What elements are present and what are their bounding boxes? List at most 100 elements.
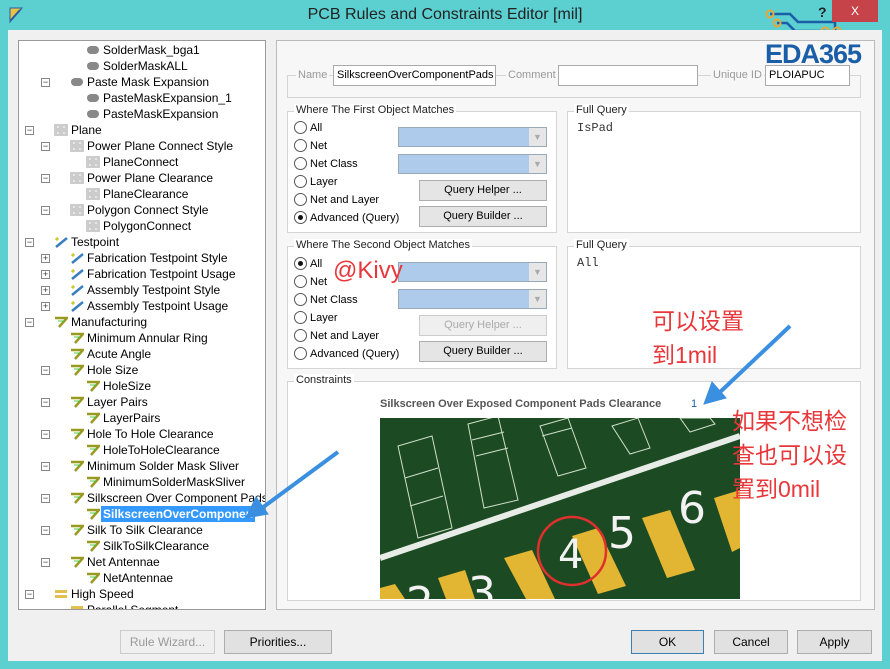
first-radio-net-class[interactable]: Net Class xyxy=(294,157,358,171)
collapse-icon[interactable]: − xyxy=(25,126,34,135)
second-netclass-dropdown[interactable]: ▼ xyxy=(398,289,547,309)
tree-item[interactable]: PlaneClearance xyxy=(19,186,249,202)
collapse-icon[interactable]: − xyxy=(41,142,50,151)
first-radio-advanced-query[interactable]: Advanced (Query) xyxy=(294,211,399,225)
collapse-icon[interactable]: − xyxy=(41,366,50,375)
first-radio-net-and-layer[interactable]: Net and Layer xyxy=(294,193,379,207)
tree-item[interactable]: − Layer Pairs xyxy=(19,394,249,410)
cancel-button[interactable]: Cancel xyxy=(714,630,788,654)
rule-wizard-button[interactable]: Rule Wizard... xyxy=(120,630,215,654)
collapse-icon[interactable]: − xyxy=(41,462,50,471)
priorities-button[interactable]: Priorities... xyxy=(224,630,332,654)
expand-icon[interactable]: + xyxy=(41,254,50,263)
tree-item[interactable]: LayerPairs xyxy=(19,410,249,426)
tree-item[interactable]: PasteMaskExpansion_1 xyxy=(19,90,249,106)
radio-icon[interactable] xyxy=(294,139,307,152)
tree-item[interactable]: NetAntennae xyxy=(19,570,249,586)
collapse-icon[interactable]: − xyxy=(41,494,50,503)
close-button[interactable]: X xyxy=(832,0,878,22)
collapse-icon[interactable]: − xyxy=(41,174,50,183)
second-query-helper-button[interactable]: Query Helper ... xyxy=(419,315,547,336)
tree-item[interactable]: − Paste Mask Expansion xyxy=(19,74,249,90)
tree-item[interactable]: Minimum Annular Ring xyxy=(19,330,249,346)
expand-icon[interactable]: + xyxy=(41,286,50,295)
apply-button[interactable]: Apply xyxy=(797,630,872,654)
tree-item[interactable]: − Testpoint xyxy=(19,234,249,250)
collapse-icon[interactable]: − xyxy=(41,206,50,215)
first-radio-net[interactable]: Net xyxy=(294,139,327,153)
collapse-icon[interactable]: − xyxy=(41,558,50,567)
first-net-dropdown[interactable]: ▼ xyxy=(398,127,547,147)
radio-icon[interactable] xyxy=(294,311,307,324)
comment-input[interactable] xyxy=(558,65,698,86)
tree-item[interactable]: − Silk To Silk Clearance xyxy=(19,522,249,538)
help-button[interactable]: ? xyxy=(818,4,827,20)
clearance-value[interactable]: 1 xyxy=(691,398,697,410)
tree-item[interactable]: PlaneConnect xyxy=(19,154,249,170)
expand-icon[interactable]: + xyxy=(41,302,50,311)
tree-item[interactable]: SolderMask_bga1 xyxy=(19,42,249,58)
unique-id-input[interactable]: PLOIAPUC xyxy=(765,65,850,86)
tree-item[interactable]: − Plane xyxy=(19,122,249,138)
collapse-icon[interactable]: − xyxy=(41,430,50,439)
radio-icon[interactable] xyxy=(294,347,307,360)
radio-icon[interactable] xyxy=(294,193,307,206)
tree-item[interactable]: − Polygon Connect Style xyxy=(19,202,249,218)
tree-item[interactable]: PasteMaskExpansion xyxy=(19,106,249,122)
second-radio-all[interactable]: All xyxy=(294,257,322,271)
second-query-builder-button[interactable]: Query Builder ... xyxy=(419,341,547,362)
radio-icon[interactable] xyxy=(294,175,307,188)
second-radio-net-class[interactable]: Net Class xyxy=(294,293,358,307)
rules-tree[interactable]: SolderMask_bga1 SolderMaskALL − Paste Mask … xyxy=(18,40,266,610)
radio-icon[interactable] xyxy=(294,121,307,134)
first-query-builder-button[interactable]: Query Builder ... xyxy=(419,206,547,227)
first-full-query[interactable]: IsPad xyxy=(577,121,613,135)
second-radio-net[interactable]: Net xyxy=(294,275,327,289)
collapse-icon[interactable]: − xyxy=(25,238,34,247)
first-radio-all[interactable]: All xyxy=(294,121,322,135)
expand-icon[interactable]: + xyxy=(41,270,50,279)
tree-item[interactable]: Acute Angle xyxy=(19,346,249,362)
tree-item[interactable]: − Net Antennae xyxy=(19,554,249,570)
radio-icon[interactable] xyxy=(294,211,307,224)
radio-icon[interactable] xyxy=(294,157,307,170)
second-radio-layer[interactable]: Layer xyxy=(294,311,338,325)
collapse-icon[interactable]: − xyxy=(25,590,34,599)
tree-item[interactable]: + Fabrication Testpoint Style xyxy=(19,250,249,266)
first-netclass-dropdown[interactable]: ▼ xyxy=(398,154,547,174)
tree-item[interactable]: SolderMaskALL xyxy=(19,58,249,74)
name-input[interactable]: SilkscreenOverComponentPads xyxy=(333,65,496,86)
tree-item[interactable]: − Power Plane Connect Style xyxy=(19,138,249,154)
tree-item[interactable]: Parallel Segment xyxy=(19,602,249,609)
tree-item[interactable]: − Hole To Hole Clearance xyxy=(19,426,249,442)
tree-item[interactable]: PolygonConnect xyxy=(19,218,249,234)
tree-item[interactable]: − Minimum Solder Mask Sliver xyxy=(19,458,249,474)
tree-item[interactable]: MinimumSolderMaskSliver xyxy=(19,474,249,490)
first-query-helper-button[interactable]: Query Helper ... xyxy=(419,180,547,201)
radio-icon[interactable] xyxy=(294,257,307,270)
second-net-dropdown[interactable]: ▼ xyxy=(398,262,547,282)
collapse-icon[interactable]: − xyxy=(25,318,34,327)
first-radio-layer[interactable]: Layer xyxy=(294,175,338,189)
tree-item[interactable]: HoleSize xyxy=(19,378,249,394)
tree-item[interactable]: − Power Plane Clearance xyxy=(19,170,249,186)
radio-icon[interactable] xyxy=(294,329,307,342)
second-radio-advanced-query[interactable]: Advanced (Query) xyxy=(294,347,399,361)
tree-item[interactable]: − Manufacturing xyxy=(19,314,249,330)
tree-item[interactable]: SilkToSilkClearance xyxy=(19,538,249,554)
ok-button[interactable]: OK xyxy=(631,630,704,654)
tree-item[interactable]: + Fabrication Testpoint Usage xyxy=(19,266,249,282)
tree-item[interactable]: − High Speed xyxy=(19,586,249,602)
tree-item[interactable]: + Assembly Testpoint Usage xyxy=(19,298,249,314)
collapse-icon[interactable]: − xyxy=(41,78,50,87)
collapse-icon[interactable]: − xyxy=(41,526,50,535)
second-full-query[interactable]: All xyxy=(577,256,599,270)
tree-item[interactable]: SilkscreenOverComponen xyxy=(19,506,256,522)
tree-item[interactable]: + Assembly Testpoint Style xyxy=(19,282,249,298)
collapse-icon[interactable]: − xyxy=(41,398,50,407)
radio-icon[interactable] xyxy=(294,275,307,288)
radio-icon[interactable] xyxy=(294,293,307,306)
tree-item[interactable]: HoleToHoleClearance xyxy=(19,442,249,458)
second-radio-net-and-layer[interactable]: Net and Layer xyxy=(294,329,379,343)
tree-item[interactable]: − Hole Size xyxy=(19,362,249,378)
